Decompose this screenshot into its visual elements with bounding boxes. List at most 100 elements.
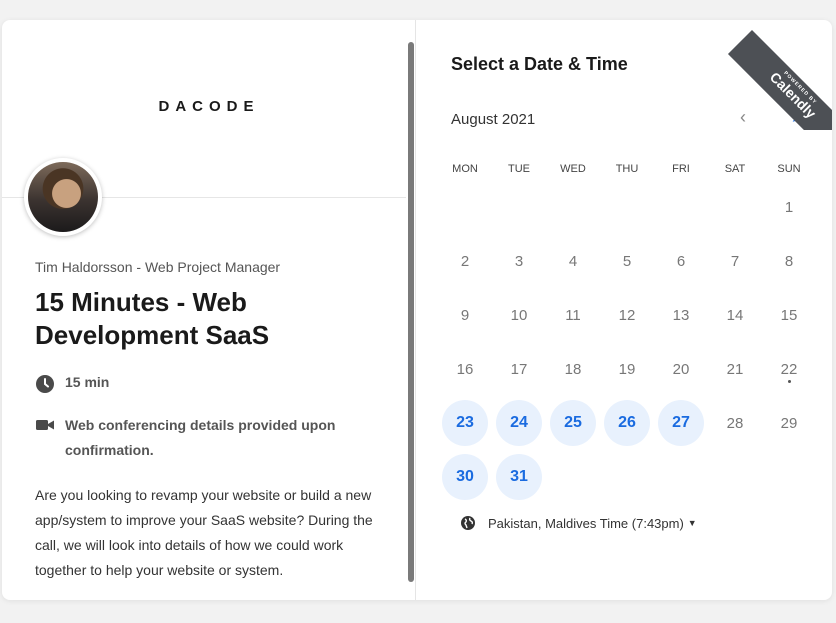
globe-icon (461, 516, 475, 530)
unavailable-day: 29 (762, 396, 816, 450)
conferencing-row: Web conferencing details provided upon c… (35, 413, 395, 463)
day-number: 21 (726, 360, 744, 378)
booking-card: DACODE Tim Haldorsson - Web Project Mana… (2, 20, 832, 600)
picker-heading: Select a Date & Time (451, 54, 628, 74)
day-number: 31 (496, 454, 542, 500)
calendar-grid: 1 2 3 4 5 6 7 8 9 10 11 12 13 14 15 16 17 18 19 20 21 22 23 24 2… (438, 180, 828, 504)
unavailable-day: 9 (438, 288, 492, 342)
host-name: Tim Haldorsson - Web Project Manager (35, 259, 281, 275)
day-number: 29 (780, 414, 798, 432)
unavailable-day: 8 (762, 234, 816, 288)
video-camera-icon (36, 420, 54, 430)
unavailable-day: 4 (546, 234, 600, 288)
unavailable-day: 2 (438, 234, 492, 288)
event-details-panel: DACODE Tim Haldorsson - Web Project Mana… (2, 20, 416, 600)
day-number: 26 (604, 400, 650, 446)
conferencing-label: Web conferencing details provided upon c… (65, 417, 336, 458)
weekday-label: WED (560, 163, 586, 175)
unavailable-day: 20 (654, 342, 708, 396)
unavailable-day: 6 (654, 234, 708, 288)
avatar-photo (28, 162, 98, 232)
unavailable-day: 7 (708, 234, 762, 288)
date-picker-panel: Select a Date & Time August 2021 ‹ › MON… (416, 20, 832, 600)
ribbon-brand: Calendly (766, 68, 820, 122)
unavailable-day: 28 (708, 396, 762, 450)
weekday-header: MON TUE WED THU FRI SAT SUN (438, 163, 828, 175)
unavailable-day: 10 (492, 288, 546, 342)
day-number: 9 (460, 306, 470, 324)
day-number: 15 (780, 306, 798, 324)
day-number: 23 (442, 400, 488, 446)
day-number: 17 (510, 360, 528, 378)
empty-day-cell (546, 180, 600, 234)
empty-day-cell (708, 180, 762, 234)
unavailable-day: 22 (762, 342, 816, 396)
event-description: Are you looking to revamp your website o… (35, 487, 373, 578)
day-number: 24 (496, 400, 542, 446)
unavailable-day: 17 (492, 342, 546, 396)
duration-row: 15 min (35, 374, 109, 394)
weekday-label: THU (615, 163, 639, 175)
day-number: 30 (442, 454, 488, 500)
day-number: 18 (564, 360, 582, 378)
day-number: 7 (730, 252, 740, 270)
scrollbar[interactable] (408, 42, 414, 582)
unavailable-day: 21 (708, 342, 762, 396)
unavailable-day: 13 (654, 288, 708, 342)
unavailable-day: 19 (600, 342, 654, 396)
clock-icon (36, 375, 54, 393)
available-day-button[interactable]: 31 (492, 450, 546, 504)
day-number: 25 (550, 400, 596, 446)
day-number: 28 (726, 414, 744, 432)
duration-label: 15 min (65, 374, 110, 390)
caret-down-icon: ▼ (687, 518, 697, 528)
day-number: 14 (726, 306, 744, 324)
month-label: August 2021 (451, 111, 536, 128)
empty-day-cell (654, 180, 708, 234)
day-number: 3 (514, 252, 524, 270)
avatar (24, 158, 102, 236)
day-number: 27 (658, 400, 704, 446)
day-number: 5 (622, 252, 632, 270)
day-number: 4 (568, 252, 578, 270)
weekday-label: FRI (672, 163, 690, 175)
day-number: 2 (460, 252, 470, 270)
day-number: 8 (784, 252, 794, 270)
powered-by-ribbon[interactable]: POWERED BY Calendly (722, 20, 832, 130)
unavailable-day: 5 (600, 234, 654, 288)
weekday-label: MON (452, 163, 478, 175)
unavailable-day: 15 (762, 288, 816, 342)
empty-day-cell (438, 180, 492, 234)
available-day-button[interactable]: 26 (600, 396, 654, 450)
unavailable-day: 18 (546, 342, 600, 396)
empty-day-cell (600, 180, 654, 234)
day-number: 22 (780, 360, 798, 378)
unavailable-day: 1 (762, 180, 816, 234)
unavailable-day: 16 (438, 342, 492, 396)
day-number: 12 (618, 306, 636, 324)
event-title: 15 Minutes - Web Development SaaS (35, 287, 270, 350)
weekday-label: TUE (508, 163, 530, 175)
day-number: 20 (672, 360, 690, 378)
empty-day-cell (492, 180, 546, 234)
available-day-button[interactable]: 24 (492, 396, 546, 450)
company-logo: DACODE (158, 98, 260, 115)
day-number: 19 (618, 360, 636, 378)
unavailable-day: 3 (492, 234, 546, 288)
day-number: 13 (672, 306, 690, 324)
day-number: 11 (565, 306, 581, 324)
available-day-button[interactable]: 27 (654, 396, 708, 450)
day-number: 10 (510, 306, 528, 324)
available-day-button[interactable]: 23 (438, 396, 492, 450)
day-number: 16 (456, 360, 474, 378)
weekday-label: SUN (777, 163, 801, 175)
unavailable-day: 12 (600, 288, 654, 342)
today-indicator-dot (788, 380, 791, 383)
timezone-label: Pakistan, Maldives Time (7:43pm) (488, 515, 684, 531)
weekday-label: SAT (724, 163, 746, 175)
unavailable-day: 11 (546, 288, 600, 342)
available-day-button[interactable]: 30 (438, 450, 492, 504)
timezone-selector[interactable]: Pakistan, Maldives Time (7:43pm) ▼ (460, 515, 697, 531)
day-number: 6 (676, 252, 686, 270)
available-day-button[interactable]: 25 (546, 396, 600, 450)
